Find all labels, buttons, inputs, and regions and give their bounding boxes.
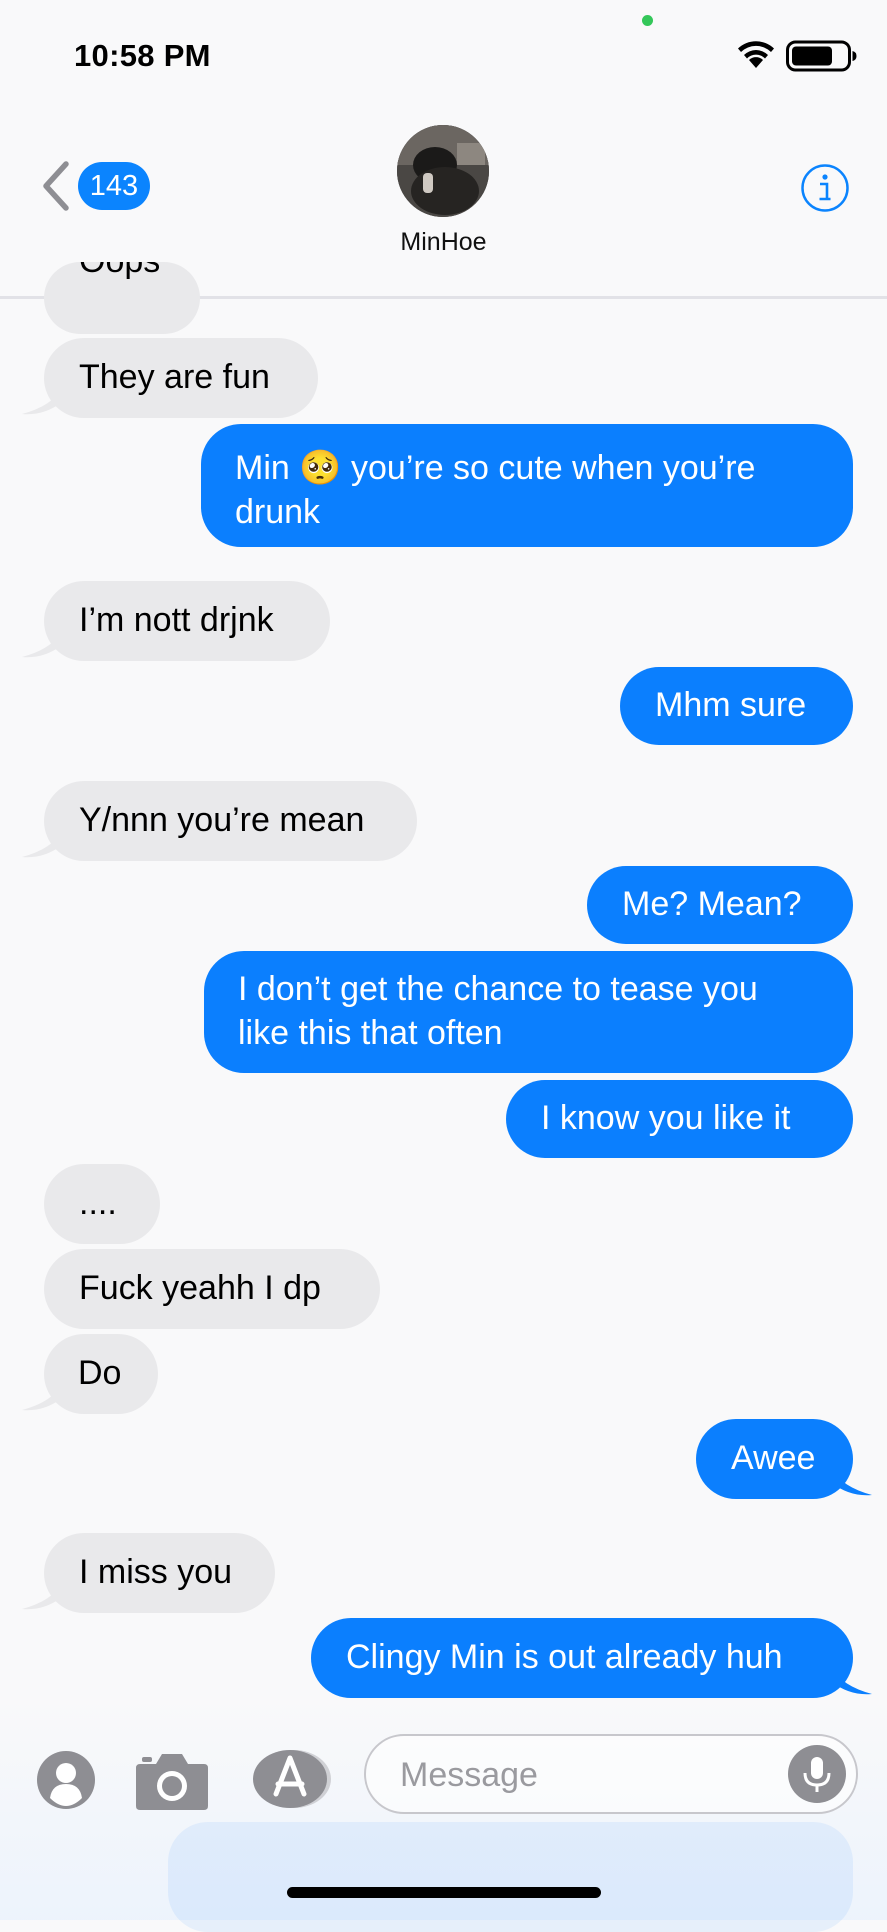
message-text: Clingy Min is out already huh [346,1638,783,1676]
bubble-tail [22,631,62,658]
message-text: I don’t get the chance to tease you [238,970,758,1008]
message-text: I know you like it [541,1099,791,1137]
contact-name[interactable]: MinHoe [0,228,887,257]
bubble-tail [22,1384,62,1411]
message-text: Awee [731,1439,816,1477]
message-incoming[interactable]: I’m nott drjnk [44,581,330,661]
message-outgoing[interactable]: I know you like it [506,1080,853,1158]
message-placeholder: Message [400,1756,538,1794]
camera-in-use-indicator [642,15,653,26]
avatar-photo [397,125,489,217]
bubble-tail [22,831,62,858]
message-text: Oops [79,262,160,280]
bubble-tail [22,1583,62,1610]
back-chevron-icon [43,161,69,211]
camera-icon[interactable] [134,1748,210,1812]
message-text: .... [79,1184,117,1222]
message-text: They are fun [79,358,270,396]
message-text: Min 🥺 you’re so cute when you’re [235,449,756,487]
message-incoming[interactable]: They are fun [44,338,318,418]
bubble-tail [832,1469,872,1496]
status-time: 10:58 PM [74,38,211,73]
info-button[interactable] [800,163,850,213]
microphone-icon [803,1757,831,1792]
unread-count-badge: 143 [78,162,150,210]
message-outgoing[interactable]: Me? Mean? [587,866,853,944]
message-outgoing[interactable]: Awee [696,1419,853,1499]
dictation-button[interactable] [788,1745,846,1803]
message-text: Me? Mean? [622,885,802,923]
message-input[interactable]: Message [364,1734,858,1814]
message-incoming[interactable]: Y/nnn you’re mean [44,781,417,861]
message-outgoing[interactable]: Clingy Min is out already huh [311,1618,853,1698]
message-text: Mhm sure [655,686,807,724]
contacts-app-icon[interactable] [36,1750,96,1810]
bubble-tail [22,388,62,415]
message-outgoing[interactable]: I don’t get the chance to tease you like… [204,951,853,1073]
back-button[interactable]: 143 [38,158,150,214]
message-outgoing[interactable]: Mhm sure [620,667,853,745]
message-incoming[interactable]: .... [44,1164,160,1244]
bubble-tail [832,1668,872,1695]
message-text: drunk [235,493,321,531]
home-indicator[interactable] [287,1887,601,1898]
contact-avatar[interactable] [397,125,489,217]
wifi-icon [738,41,774,68]
app-store-icon[interactable] [252,1748,332,1810]
background-blur [168,1822,853,1932]
message-text: Fuck yeahh I dp [79,1269,321,1307]
message-incoming[interactable]: Oops [44,262,200,334]
message-text: Y/nnn you’re mean [79,801,365,839]
message-incoming[interactable]: I miss you [44,1533,275,1613]
battery-icon [786,40,857,72]
message-text: Do [78,1354,122,1392]
info-icon [801,164,849,212]
message-outgoing[interactable]: Min 🥺 you’re so cute when you’re drunk [201,424,853,547]
message-text: like this that often [238,1014,503,1052]
message-incoming[interactable]: Fuck yeahh I dp [44,1249,380,1329]
status-bar: 10:58 PM [0,0,887,100]
message-text: I’m nott drjnk [79,601,274,639]
message-text: I miss you [79,1553,233,1591]
